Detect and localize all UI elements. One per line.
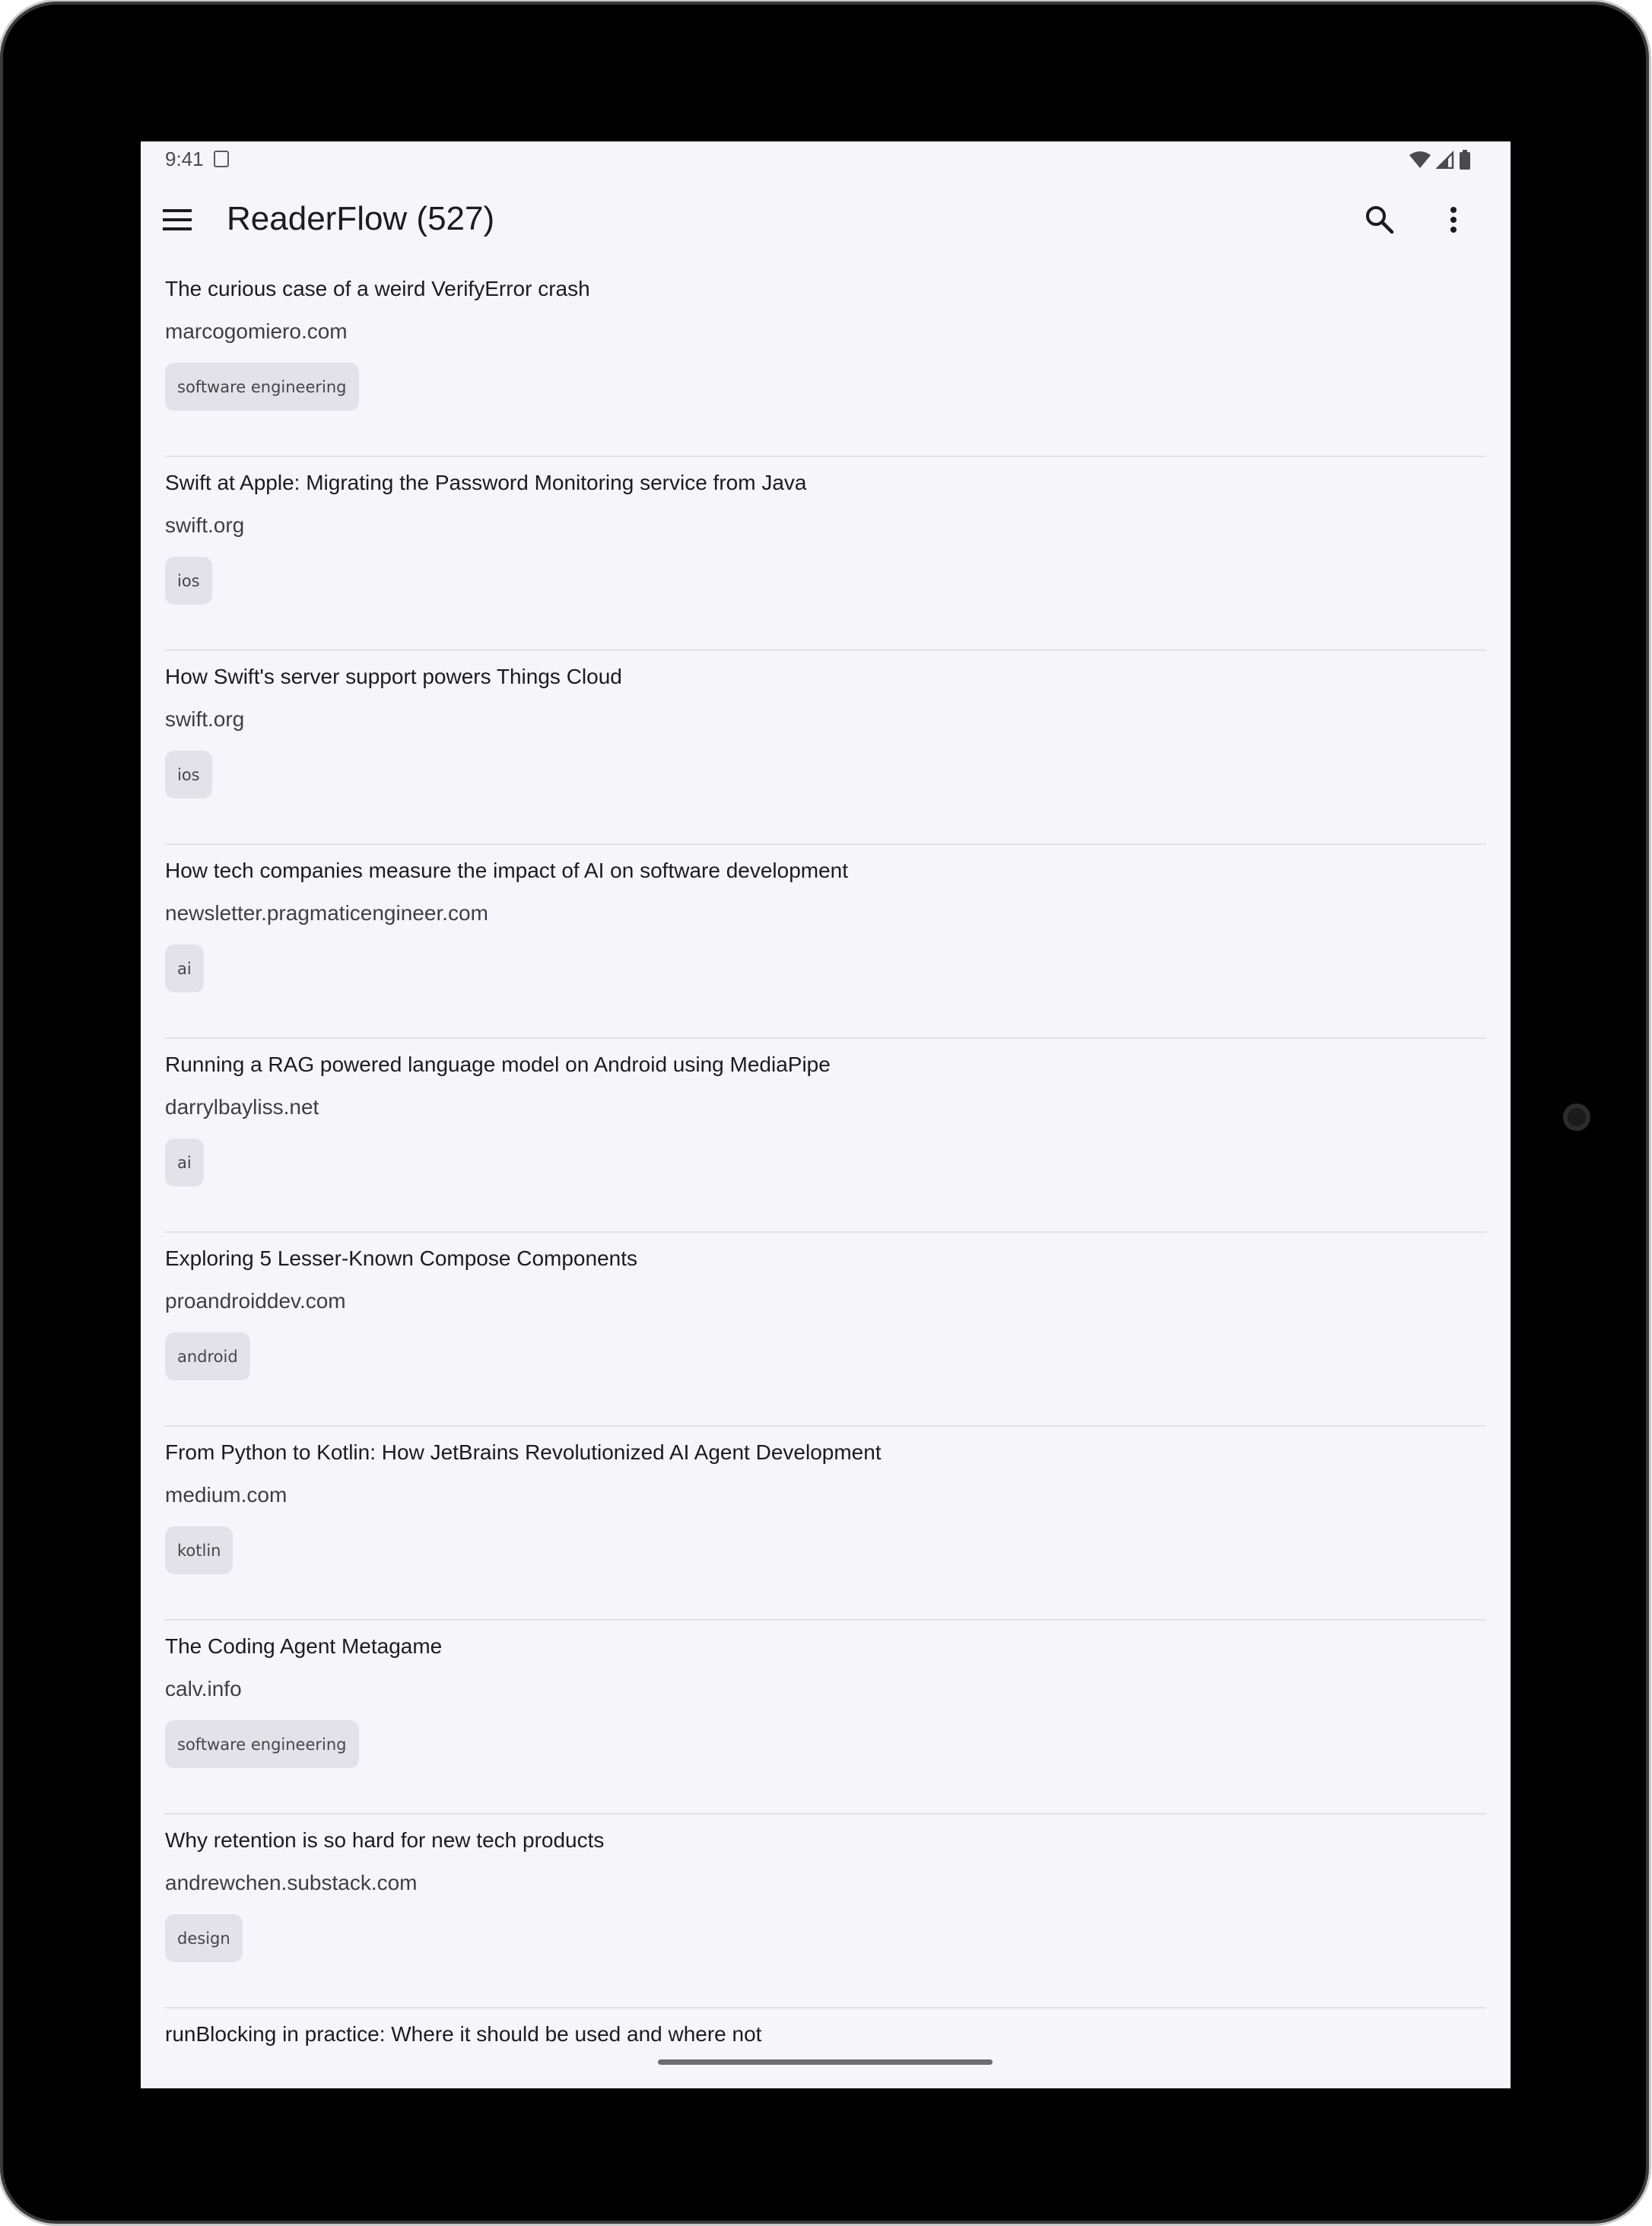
article-domain: proandroiddev.com [165,1289,346,1313]
article-domain: andrewchen.substack.com [165,1871,418,1894]
tag-chip[interactable]: software engineering [165,1720,359,1768]
article-title: The curious case of a weird VerifyError … [165,277,590,300]
article-title: How tech companies measure the impact of… [165,859,849,882]
list-item[interactable]: Swift at Apple: Migrating the Password M… [165,457,1486,651]
list-item[interactable]: Exploring 5 Lesser-Known Compose Compone… [165,1233,1486,1427]
list-item[interactable]: The Coding Agent Metagame calv.info soft… [165,1621,1486,1815]
tag-chip[interactable]: design [165,1914,243,1962]
tag-chip[interactable]: ios [165,557,212,605]
search-icon[interactable] [1358,198,1402,242]
list-item[interactable]: How Swift's server support powers Things… [165,651,1486,845]
article-title: Exploring 5 Lesser-Known Compose Compone… [165,1246,637,1270]
article-domain: swift.org [165,513,245,537]
article-domain: swift.org [165,707,245,731]
article-domain: medium.com [165,1483,288,1507]
tag-chip[interactable]: ai [165,1138,204,1186]
article-domain: darrylbayliss.net [165,1095,319,1119]
tag-chip[interactable]: ios [165,751,212,799]
article-domain: newsletter.pragmaticengineer.com [165,901,488,925]
more-vert-icon[interactable] [1431,198,1476,242]
article-domain: marcogomiero.com [165,319,348,343]
front-camera [1563,1103,1590,1131]
list-item[interactable]: How tech companies measure the impact of… [165,845,1486,1039]
list-item[interactable]: The curious case of a weird VerifyError … [165,263,1486,457]
tag-chip[interactable]: ai [165,945,204,992]
page-title: ReaderFlow (527) [227,200,495,237]
list-item[interactable]: From Python to Kotlin: How JetBrains Rev… [165,1427,1486,1621]
battery-icon [1460,150,1470,170]
sim-card-icon [214,151,229,167]
tag-chip[interactable]: software engineering [165,363,359,411]
article-title: Running a RAG powered language model on … [165,1053,831,1076]
hamburger-menu-icon[interactable] [156,198,200,242]
article-title: How Swift's server support powers Things… [165,665,622,688]
gesture-navigation-handle[interactable] [658,2059,993,2065]
article-domain: calv.info [165,1677,242,1700]
app-screen: 9:41 ReaderFlow (527) The curious case o… [141,141,1511,2088]
article-title: The Coding Agent Metagame [165,1634,443,1658]
status-bar: 9:41 [141,141,1511,178]
article-title: runBlocking in practice: Where it should… [165,2022,762,2046]
list-item[interactable]: Running a RAG powered language model on … [165,1039,1486,1233]
article-title: Why retention is so hard for new tech pr… [165,1828,605,1852]
cellular-signal-icon [1436,151,1454,169]
tag-chip[interactable]: android [165,1332,250,1380]
list-item[interactable]: runBlocking in practice: Where it should… [165,2008,1486,2088]
tag-chip[interactable]: kotlin [165,1526,234,1574]
wifi-icon [1409,151,1431,168]
article-list[interactable]: The curious case of a weird VerifyError … [165,263,1486,2088]
status-time: 9:41 [165,148,204,170]
status-icons [1409,149,1471,170]
article-title: From Python to Kotlin: How JetBrains Rev… [165,1440,882,1464]
list-item[interactable]: Why retention is so hard for new tech pr… [165,1815,1486,2008]
top-app-bar: ReaderFlow (527) [141,178,1511,262]
article-title: Swift at Apple: Migrating the Password M… [165,471,807,494]
